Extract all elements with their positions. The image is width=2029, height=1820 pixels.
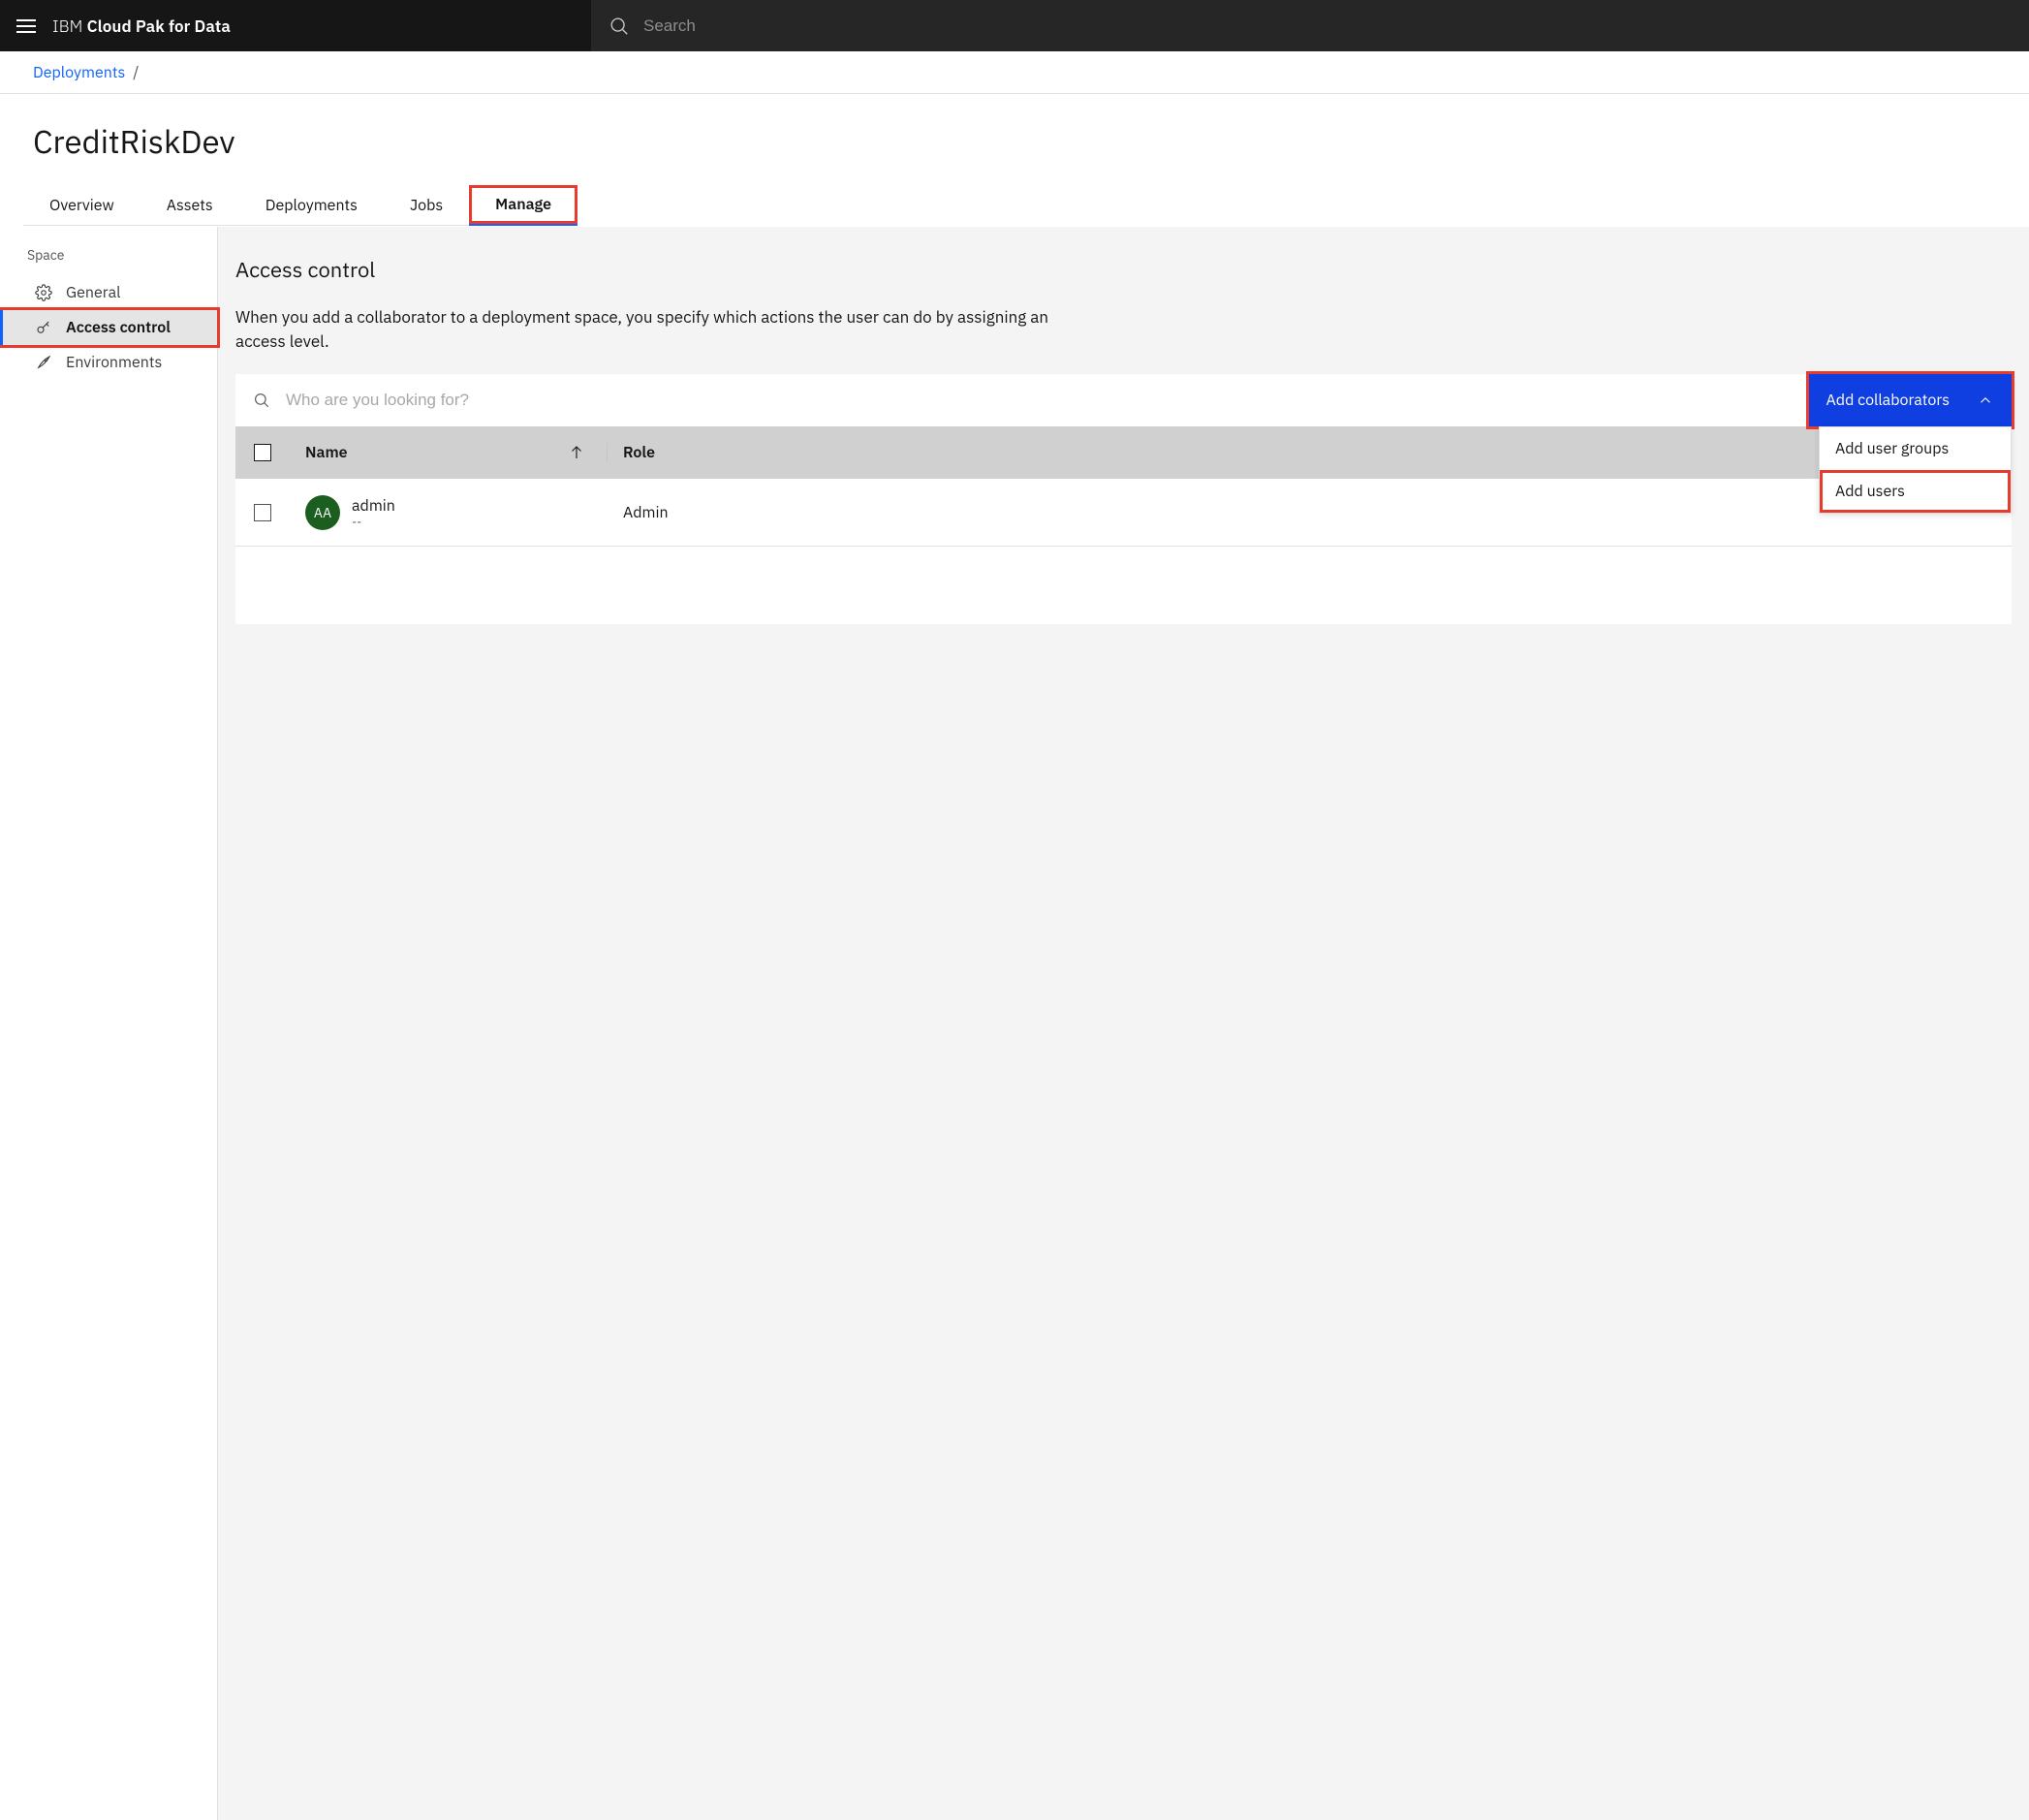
tabs-row: Overview Assets Deployments Jobs Manage: [0, 188, 2029, 227]
table-header-row: Name Role: [235, 426, 2012, 479]
shell-left: IBM Cloud Pak for Data: [0, 0, 591, 51]
key-icon: [35, 319, 52, 336]
side-item-general[interactable]: General: [0, 275, 217, 310]
rocket-icon: [35, 354, 52, 371]
row-name: admin: [352, 496, 395, 516]
chevron-up-icon: [1977, 392, 1994, 409]
tab-manage[interactable]: Manage: [469, 185, 577, 226]
tab-deployments[interactable]: Deployments: [239, 186, 384, 226]
table-empty-space: [235, 547, 2012, 624]
avatar: AA: [305, 495, 340, 530]
row-name-cell: AA admin --: [290, 495, 608, 530]
search-icon: [253, 392, 270, 409]
add-collaborators-button[interactable]: Add collaborators: [1809, 374, 2012, 426]
gear-icon: [35, 284, 52, 301]
side-nav: Space General Access control Environment…: [0, 227, 218, 1820]
side-item-label: Access control: [66, 318, 171, 337]
side-item-label: General: [66, 283, 120, 302]
shell-bar: IBM Cloud Pak for Data: [0, 0, 2029, 51]
page-title: CreditRiskDev: [33, 121, 1996, 163]
toolbar-row: Add collaborators Add user groups Add us…: [235, 374, 2012, 426]
shell-search-input[interactable]: [643, 16, 2012, 36]
dropdown-add-users[interactable]: Add users: [1820, 470, 2011, 513]
side-group-label: Space: [0, 246, 217, 275]
breadcrumb-separator: /: [125, 63, 146, 82]
panel: Access control When you add a collaborat…: [218, 227, 2029, 1820]
tab-assets[interactable]: Assets: [140, 186, 239, 226]
column-header-role-label: Role: [623, 443, 655, 462]
breadcrumb: Deployments /: [0, 51, 2029, 94]
side-item-environments[interactable]: Environments: [0, 345, 217, 380]
panel-description: When you add a collaborator to a deploym…: [235, 305, 1069, 353]
tab-overview[interactable]: Overview: [23, 186, 140, 226]
brand-product: Cloud Pak for Data: [87, 16, 231, 37]
content-area: Space General Access control Environment…: [0, 227, 2029, 1820]
panel-title: Access control: [235, 256, 2012, 284]
tab-jobs[interactable]: Jobs: [384, 186, 469, 226]
collaborator-search-input[interactable]: [286, 391, 1792, 410]
column-header-name-label: Name: [305, 443, 348, 462]
shell-search[interactable]: [591, 0, 2029, 51]
search-icon: [609, 16, 630, 37]
row-checkbox[interactable]: [254, 504, 271, 521]
row-detail: --: [352, 516, 395, 528]
column-header-name[interactable]: Name: [290, 443, 608, 462]
side-item-access-control[interactable]: Access control: [0, 310, 217, 345]
row-role-cell: Admin: [608, 503, 2012, 522]
brand-prefix: IBM: [52, 16, 87, 37]
side-item-label: Environments: [66, 353, 162, 372]
page-header: CreditRiskDev: [0, 94, 2029, 188]
toolbar-search[interactable]: [235, 374, 1809, 426]
add-collaborators-label: Add collaborators: [1826, 391, 1950, 410]
brand[interactable]: IBM Cloud Pak for Data: [52, 16, 231, 37]
collaborators-table: Name Role AA: [235, 426, 2012, 624]
sort-asc-icon: [568, 444, 585, 461]
hamburger-button[interactable]: [0, 0, 52, 51]
row-checkbox-cell: [235, 504, 290, 521]
breadcrumb-link-deployments[interactable]: Deployments: [33, 63, 125, 82]
select-all-checkbox[interactable]: [254, 444, 271, 461]
table-row[interactable]: AA admin -- Admin: [235, 479, 2012, 547]
add-collaborators-dropdown: Add user groups Add users: [1819, 426, 2012, 514]
dropdown-add-user-groups[interactable]: Add user groups: [1820, 427, 2011, 470]
name-stack: admin --: [352, 496, 395, 528]
hamburger-icon: [16, 19, 36, 33]
row-role: Admin: [623, 503, 669, 522]
column-header-role[interactable]: Role: [608, 443, 2012, 462]
header-checkbox-cell: [235, 444, 290, 461]
